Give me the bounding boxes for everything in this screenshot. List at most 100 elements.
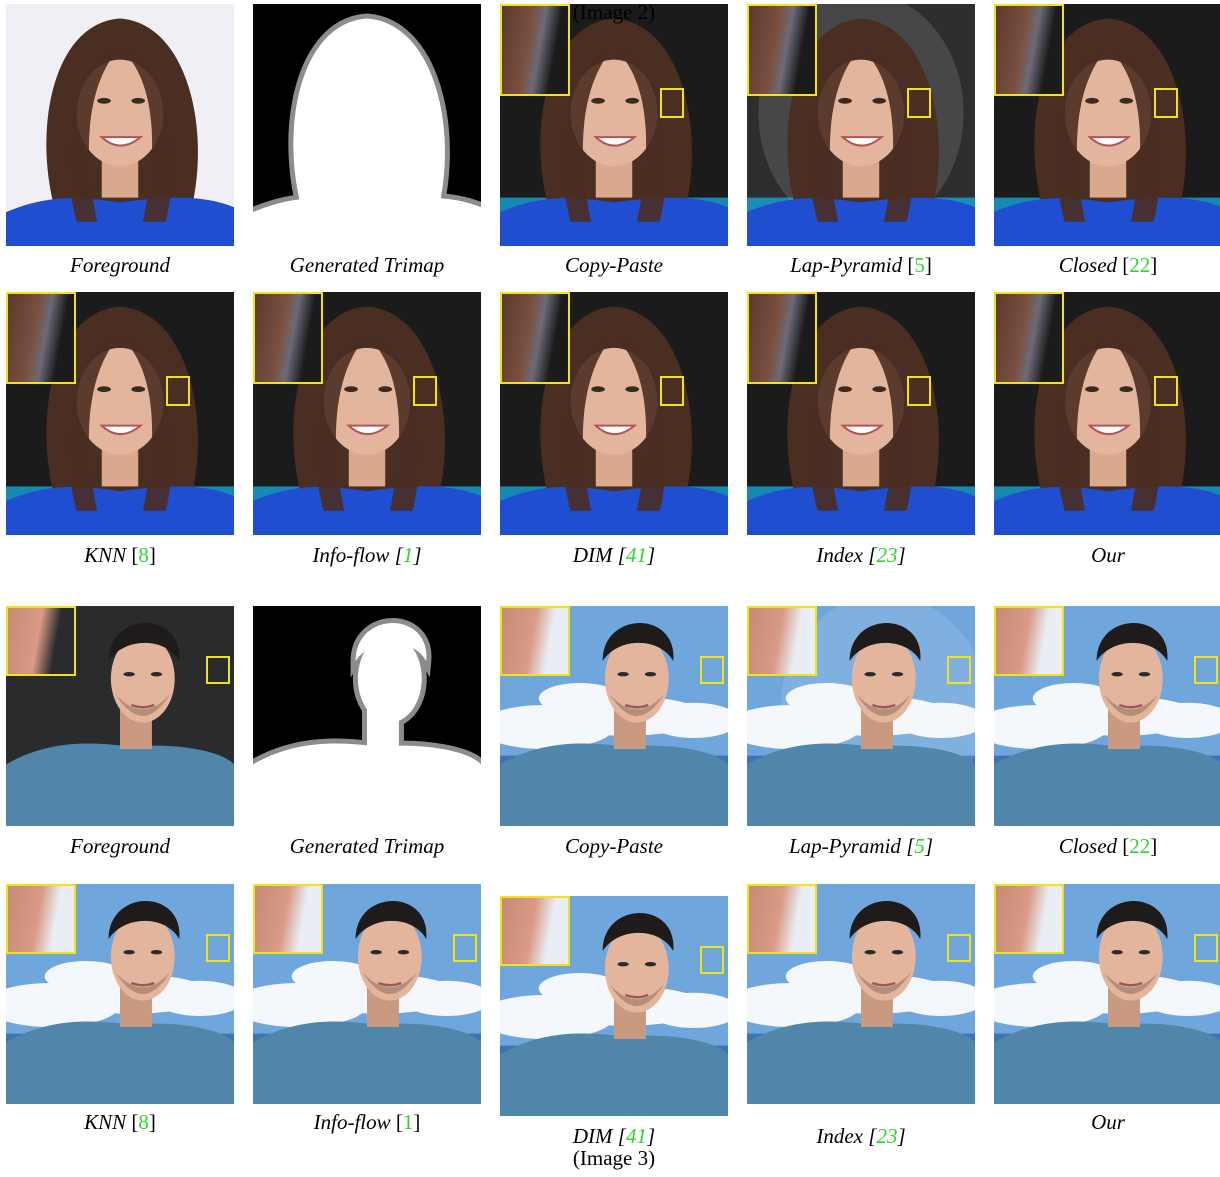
- citation-ref[interactable]: 1: [403, 1110, 414, 1134]
- caption-r3-c2: Generated Trimap: [247, 834, 487, 858]
- citation-close-bracket: ]: [897, 543, 906, 567]
- citation-ref[interactable]: 23: [876, 543, 897, 567]
- image-tile-r2-c3: [500, 292, 728, 535]
- image-tile-r1-c2: [253, 4, 481, 246]
- zoom-inset: [253, 292, 323, 384]
- caption-r1-c1: Foreground: [0, 253, 240, 277]
- method-name: KNN: [84, 543, 127, 567]
- image-tile-r1-c3: [500, 4, 728, 246]
- zoom-source-box: [907, 376, 931, 406]
- eye-right: [872, 97, 887, 104]
- citation-ref[interactable]: 22: [1129, 253, 1150, 277]
- citation-ref[interactable]: 22: [1129, 834, 1150, 858]
- eye-left: [370, 950, 382, 955]
- shirt-shape: [6, 197, 234, 246]
- citation-ref[interactable]: 5: [914, 253, 925, 277]
- eye-right: [644, 672, 657, 677]
- tile-graphic: [6, 4, 234, 246]
- zoom-inset: [994, 884, 1064, 954]
- image-tile-r4-c3: [500, 896, 728, 1116]
- image-tile-r3-c2: [253, 606, 481, 826]
- shirt-shape: [500, 486, 728, 535]
- shirt-shape: [253, 1021, 481, 1104]
- citation-ref[interactable]: 8: [138, 543, 149, 567]
- eye-left: [1111, 950, 1123, 955]
- citation-ref[interactable]: 23: [876, 1124, 897, 1148]
- zoom-inset: [747, 884, 817, 954]
- method-name: Closed: [1058, 834, 1118, 858]
- caption-r2-c3: DIM [41]: [494, 543, 734, 567]
- eye-right: [625, 386, 640, 393]
- image-tile-r3-c1: [6, 606, 234, 826]
- zoom-source-box: [206, 934, 230, 962]
- eye-left: [1111, 672, 1123, 677]
- shirt-shape: [6, 743, 234, 826]
- method-name: Lap-Pyramid: [788, 834, 901, 858]
- caption-r4-c4: Index [23]: [741, 1124, 981, 1148]
- citation-close-bracket: ]: [924, 834, 934, 858]
- zoom-inset: [500, 896, 570, 966]
- caption-r1-c5: Closed [22]: [988, 253, 1220, 277]
- method-name: Foreground: [70, 834, 170, 858]
- method-name: Our: [1091, 543, 1125, 567]
- zoom-source-box: [660, 88, 684, 118]
- caption-r3-c5: Closed [22]: [988, 834, 1220, 858]
- zoom-inset: [500, 606, 570, 676]
- shirt-shape: [994, 486, 1220, 535]
- citation-ref[interactable]: 1: [403, 543, 414, 567]
- eye-left: [123, 950, 135, 955]
- zoom-inset: [6, 292, 76, 384]
- zoom-source-box: [413, 376, 437, 406]
- method-name: Closed: [1058, 253, 1118, 277]
- method-name: Generated Trimap: [289, 834, 445, 858]
- shirt-shape: [747, 1021, 975, 1104]
- shirt-shape: [500, 197, 728, 246]
- image-tile-r4-c1: [6, 884, 234, 1104]
- citation-ref[interactable]: 41: [626, 543, 647, 567]
- eye-left: [838, 386, 852, 393]
- shirt-shape: [994, 743, 1220, 826]
- caption-r1-c4: Lap-Pyramid [5]: [741, 253, 981, 277]
- method-name: Copy-Paste: [565, 253, 663, 277]
- shirt-shape: [994, 197, 1220, 246]
- citation-close-bracket: ]: [1150, 253, 1158, 277]
- citation-ref[interactable]: 8: [138, 1110, 149, 1134]
- eye-left: [97, 386, 111, 393]
- citation-open-bracket: [: [395, 1110, 403, 1134]
- zoom-source-box: [947, 656, 971, 684]
- shirt-shape: [253, 197, 481, 246]
- zoom-source-box: [907, 88, 931, 118]
- caption-r2-c5: Our: [988, 543, 1220, 567]
- citation-close-bracket: ]: [897, 1124, 906, 1148]
- eye-right: [1138, 950, 1151, 955]
- caption-r3-c4: Lap-Pyramid [5]: [741, 834, 981, 858]
- zoom-source-box: [453, 934, 477, 962]
- eye-left: [838, 97, 852, 104]
- caption-r4-c1: KNN [8]: [0, 1110, 240, 1134]
- method-name: KNN: [84, 1110, 127, 1134]
- caption-r2-c2: Info-flow [1]: [247, 543, 487, 567]
- eye-right: [872, 386, 887, 393]
- method-name: Info-flow: [313, 1110, 391, 1134]
- shirt-shape: [253, 486, 481, 535]
- caption-r1-c2: Generated Trimap: [247, 253, 487, 277]
- citation-open-bracket: [: [617, 1124, 626, 1148]
- method-name: Index: [816, 543, 863, 567]
- citation-ref[interactable]: 5: [914, 834, 925, 858]
- shirt-shape: [747, 486, 975, 535]
- shirt-shape: [6, 486, 234, 535]
- citation-close-bracket: ]: [148, 543, 156, 567]
- caption-r4-c2: Info-flow [1]: [247, 1110, 487, 1134]
- citation-close-bracket: ]: [413, 1110, 421, 1134]
- tile-graphic: [253, 4, 481, 246]
- image-tile-r2-c2: [253, 292, 481, 535]
- eye-right: [378, 386, 393, 393]
- shirt-shape: [747, 743, 975, 826]
- image-tile-r3-c3: [500, 606, 728, 826]
- image-tile-r4-c2: [253, 884, 481, 1104]
- citation-close-bracket: ]: [646, 1124, 656, 1148]
- eye-right: [1119, 97, 1134, 104]
- zoom-inset: [994, 292, 1064, 384]
- citation-ref[interactable]: 41: [626, 1124, 647, 1148]
- shirt-shape: [253, 743, 481, 826]
